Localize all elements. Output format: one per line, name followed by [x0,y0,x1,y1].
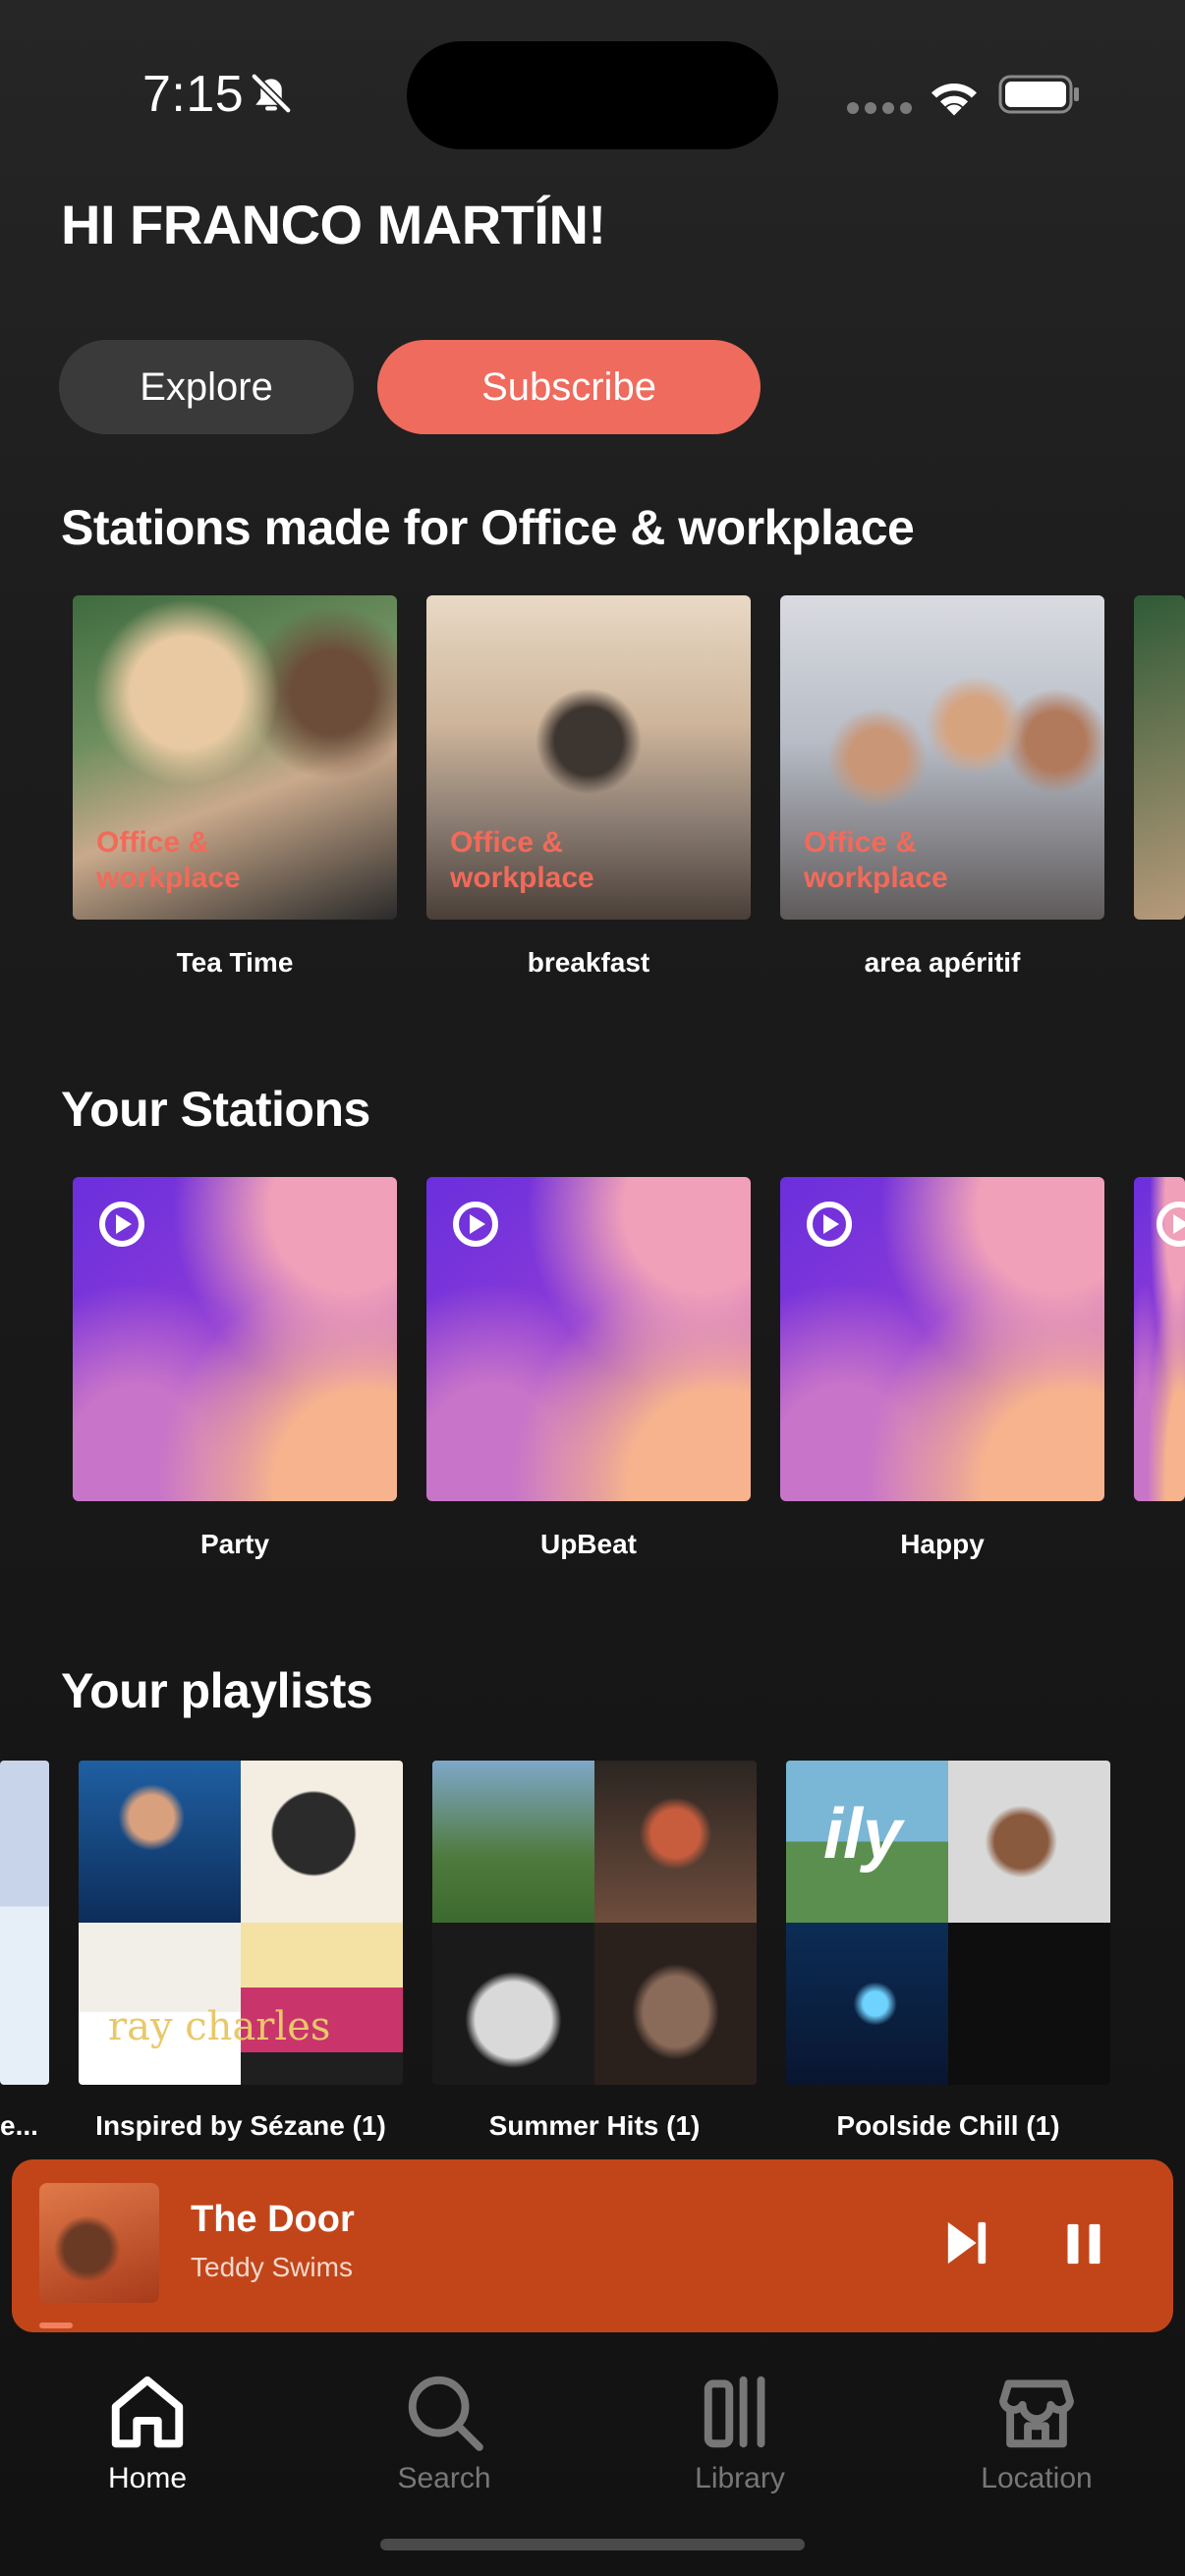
cellular-signal-icon [847,102,912,114]
station-card[interactable] [73,1177,397,1501]
office-station-card[interactable]: Office & workplace [426,595,751,920]
storefront-icon [999,2380,1074,2448]
search-icon [408,2376,483,2451]
office-station-card[interactable]: Office & workplace [73,595,397,920]
home-icon [111,2376,184,2448]
playlist-label: Poolside Chill (1) [836,2110,1060,2141]
status-time: 7:15 [142,66,245,123]
tab-home[interactable]: Home [39,2370,255,2495]
subscribe-button[interactable]: Subscribe [377,340,761,434]
card-overlay-tag: Office & workplace [804,826,948,894]
playlist-cover-partial[interactable] [0,1761,49,2085]
dynamic-island [407,41,778,149]
play-logo-icon [99,1202,144,1247]
office-stations-heading: Stations made for Office & workplace [61,500,915,555]
tab-location-label: Location [981,2462,1093,2494]
tab-library-label: Library [695,2462,785,2494]
playback-progress [39,2323,73,2328]
card-label: area apéritif [864,947,1021,978]
card-overlay-tag: Office & workplace [450,826,594,894]
station-label: Happy [900,1529,985,1559]
tab-home-label: Home [107,2462,188,2494]
tab-location[interactable]: Location [929,2370,1145,2495]
station-card-partial[interactable] [1134,1177,1185,1501]
bell-off-icon [250,72,293,115]
tab-search[interactable]: Search [336,2370,552,2495]
station-card[interactable] [426,1177,751,1501]
card-label: Tea Time [176,947,294,978]
home-indicator [380,2539,805,2550]
playlist-label: Inspired by Sézane (1) [95,2110,386,2141]
now-playing-artwork[interactable] [39,2183,159,2303]
your-stations-heading: Your Stations [61,1082,370,1137]
greeting-title: HI FRANCO MARTÍN! [61,194,606,255]
station-label: Party [199,1529,270,1559]
now-playing-bar[interactable] [12,2159,1173,2332]
wifi-icon [931,83,977,116]
card-overlay-tag: Office & workplace [96,826,241,894]
pause-icon[interactable] [1065,2222,1102,2266]
tab-search-label: Search [397,2462,491,2494]
station-label: UpBeat [539,1529,637,1559]
playlist-label: Summer Hits (1) [488,2110,701,2141]
play-logo-icon [1157,1202,1185,1247]
tab-library[interactable]: Library [632,2370,848,2495]
playlist-cover[interactable] [432,1761,757,2085]
explore-button[interactable]: Explore [59,340,354,434]
office-station-card[interactable]: Office & workplace [780,595,1104,920]
your-playlists-heading: Your playlists [61,1663,373,1718]
play-logo-icon [453,1202,498,1247]
skip-next-icon[interactable] [945,2220,988,2266]
library-icon [704,2376,765,2448]
station-card[interactable] [780,1177,1104,1501]
playlist-label-partial: e... [0,2110,38,2141]
now-playing-title: The Door [191,2199,355,2240]
cover-text: ray charles [108,2004,331,2049]
office-station-card-partial[interactable] [1134,595,1185,920]
now-playing-artist: Teddy Swims [191,2252,353,2282]
card-label: breakfast [527,947,650,978]
play-logo-icon [807,1202,852,1247]
cover-text: ily [823,1795,903,1874]
battery-icon [998,75,1079,114]
